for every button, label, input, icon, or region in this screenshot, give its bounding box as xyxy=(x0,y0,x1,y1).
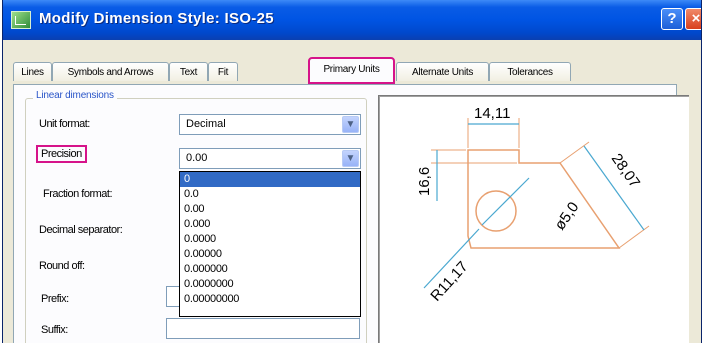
dialog-window: Modify Dimension Style: ISO-25 ? × Lines… xyxy=(2,0,702,343)
tab-primary-units[interactable]: Primary Units xyxy=(308,57,395,84)
title-bar[interactable]: Modify Dimension Style: ISO-25 ? × xyxy=(3,0,701,40)
dim-text-left: 16,6 xyxy=(416,167,433,196)
chevron-down-icon[interactable]: ▼ xyxy=(342,116,359,133)
decimal-separator-label: Decimal separator: xyxy=(39,224,123,236)
precision-option[interactable]: 0.0000 xyxy=(180,232,360,247)
tab-lines[interactable]: Lines xyxy=(13,62,52,81)
tab-tolerances[interactable]: Tolerances xyxy=(489,62,571,81)
window-title: Modify Dimension Style: ISO-25 xyxy=(39,10,274,27)
dimension-preview: 14,11 16,6 28,07 ø5,0 R11,17 xyxy=(378,95,689,343)
round-off-label: Round off: xyxy=(39,260,85,272)
unit-format-value: Decimal xyxy=(186,118,226,130)
precision-option[interactable]: 0.000 xyxy=(180,217,360,232)
linear-dimensions-title: Linear dimensions xyxy=(33,90,117,101)
dim-text-diameter: ø5,0 xyxy=(551,199,582,233)
help-button[interactable]: ? xyxy=(661,8,683,30)
precision-option[interactable]: 0.0 xyxy=(180,187,360,202)
fraction-format-label: Fraction format: xyxy=(43,188,113,200)
prefix-label: Prefix: xyxy=(41,293,69,305)
tab-symbols-and-arrows[interactable]: Symbols and Arrows xyxy=(52,62,169,81)
precision-option[interactable]: 0.00000 xyxy=(180,247,360,262)
chevron-down-icon[interactable]: ▼ xyxy=(342,150,359,167)
unit-format-select[interactable]: Decimal ▼ xyxy=(179,114,361,135)
suffix-input[interactable] xyxy=(166,318,360,339)
dim-text-radius: R11,17 xyxy=(427,258,471,305)
unit-format-label: Unit format: xyxy=(39,118,90,130)
precision-dropdown-list[interactable]: 0 0.0 0.00 0.000 0.0000 0.00000 0.000000… xyxy=(179,171,361,317)
dim-text-right: 28,07 xyxy=(608,151,643,192)
close-button[interactable]: × xyxy=(685,8,701,30)
tab-alternate-units[interactable]: Alternate Units xyxy=(396,62,489,81)
precision-option[interactable]: 0.00 xyxy=(180,202,360,217)
tab-fit[interactable]: Fit xyxy=(208,62,238,81)
app-icon xyxy=(11,11,31,29)
preview-drawing: 14,11 16,6 28,07 ø5,0 R11,17 xyxy=(416,105,650,305)
dim-text-top: 14,11 xyxy=(474,105,510,122)
tab-strip: Lines Symbols and Arrows Text Fit Primar… xyxy=(13,55,673,85)
precision-option[interactable]: 0.000000 xyxy=(180,262,360,277)
precision-label: Precision xyxy=(36,145,87,163)
precision-option[interactable]: 0.00000000 xyxy=(180,292,360,307)
precision-value: 0.00 xyxy=(186,152,208,164)
precision-select[interactable]: 0.00 ▼ xyxy=(179,148,361,169)
suffix-label: Suffix: xyxy=(41,324,68,336)
precision-option[interactable]: 0.0000000 xyxy=(180,277,360,292)
tab-text[interactable]: Text xyxy=(169,62,208,81)
extension-line xyxy=(559,141,590,164)
extension-line xyxy=(618,225,650,249)
precision-option[interactable]: 0 xyxy=(180,172,360,187)
dimension-line xyxy=(481,177,530,226)
part-outline xyxy=(467,149,621,249)
